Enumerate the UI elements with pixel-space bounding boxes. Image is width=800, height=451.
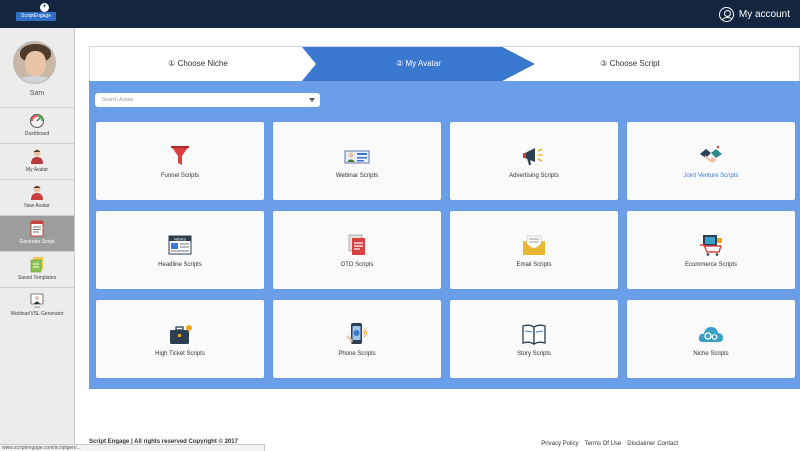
footer-link-contact[interactable]: Contact — [657, 441, 678, 447]
card-label: High Ticket Scripts — [155, 351, 205, 357]
card-label: Headline Scripts — [158, 262, 202, 268]
templates-icon — [29, 256, 45, 273]
footer-link-privacy-policy[interactable]: Privacy Policy — [541, 441, 578, 447]
logo[interactable]: + ScriptEngage — [16, 3, 56, 24]
card-niche-scripts[interactable]: Niche Scripts — [627, 300, 795, 378]
card-ecommerce-scripts[interactable]: Ecommerce Scripts — [627, 211, 795, 289]
envelope-icon — [523, 235, 545, 255]
chevron-down-icon — [309, 98, 315, 102]
card-label: OTO Scripts — [340, 262, 374, 268]
sidebar-item-label: My Avatar — [25, 167, 49, 173]
step-wizard: ① Choose Niche ② My Avatar ③ Choose Scri… — [89, 46, 800, 81]
card-email-scripts[interactable]: Email Scripts — [450, 211, 618, 289]
top-bar: + ScriptEngage My account — [0, 0, 800, 28]
webinar-icon — [344, 150, 370, 164]
card-phone-scripts[interactable]: Phone Scripts — [273, 300, 441, 378]
book-icon — [522, 324, 546, 346]
card-label: Ecommerce Scripts — [684, 262, 737, 268]
card-headline-scripts[interactable]: NEWS Headline Scripts — [96, 211, 264, 289]
script-category-panel: Search Avatar Funnel Scripts Webinar Scr… — [89, 81, 800, 389]
megaphone-icon — [523, 148, 543, 165]
sidebar-item-new-avatar[interactable]: New Avatar — [0, 179, 74, 215]
card-label: Story Scripts — [516, 351, 551, 357]
avatar[interactable] — [13, 41, 56, 84]
card-label: Joint Venture Scripts — [683, 173, 739, 179]
step-choose-script[interactable]: ③ Choose Script — [530, 47, 730, 81]
phone-icon — [346, 323, 367, 344]
sidebar-item-label: Saved Templates — [17, 275, 57, 281]
card-funnel-scripts[interactable]: Funnel Scripts — [96, 122, 264, 200]
card-label: Webinar Scripts — [335, 173, 379, 179]
video-icon — [29, 292, 45, 309]
documents-icon — [348, 234, 365, 255]
browser-status-url: www.scriptengage.com/scriptgen/... — [0, 444, 265, 451]
newspaper-icon: NEWS — [168, 235, 192, 255]
card-label: Niche Scripts — [693, 351, 729, 357]
sidebar-item-generate-script[interactable]: Generate Script — [0, 215, 74, 251]
card-label: Email Scripts — [516, 262, 552, 268]
sidebar-item-my-avatar[interactable]: My Avatar — [0, 143, 74, 179]
card-webinar-scripts[interactable]: Webinar Scripts — [273, 122, 441, 200]
person-icon — [29, 148, 45, 165]
footer-links: Privacy Policy Terms Of Use Disclaimer C… — [541, 441, 678, 447]
card-label: Phone Scripts — [338, 351, 376, 357]
briefcase-icon — [170, 325, 192, 344]
username: Sam — [29, 90, 45, 97]
my-account-button[interactable]: My account — [718, 5, 790, 23]
sidebar-item-label: New Avatar — [24, 203, 50, 209]
logo-mark-icon: + — [40, 3, 49, 12]
step-my-avatar[interactable]: ② My Avatar — [302, 47, 535, 81]
cart-icon — [700, 235, 722, 256]
search-avatar-dropdown[interactable]: Search Avatar — [95, 93, 320, 107]
sidebar-item-label: Webinar/VSL Generator — [10, 311, 64, 317]
card-label: Funnel Scripts — [160, 173, 200, 179]
card-story-scripts[interactable]: Story Scripts — [450, 300, 618, 378]
footer-link-terms-of-use[interactable]: Terms Of Use — [585, 441, 622, 447]
cloud-gears-icon — [698, 327, 723, 342]
card-label: Advertising Scripts — [509, 173, 559, 179]
handshake-icon — [700, 145, 722, 163]
funnel-icon — [171, 146, 189, 165]
sidebar-item-label: Generate Script — [19, 239, 55, 245]
document-icon — [29, 220, 45, 237]
my-account-label: My account — [738, 8, 790, 20]
search-avatar-placeholder: Search Avatar — [102, 97, 134, 103]
sidebar-item-webinar-vsl-generator[interactable]: Webinar/VSL Generator — [0, 287, 74, 323]
footer-link-disclaimer[interactable]: Disclaimer — [627, 441, 655, 447]
sidebar-item-saved-templates[interactable]: Saved Templates — [0, 251, 74, 287]
user-icon — [718, 6, 734, 22]
card-oto-scripts[interactable]: OTO Scripts — [273, 211, 441, 289]
sidebar-item-label: Dashboard — [24, 131, 50, 137]
person-add-icon — [29, 184, 45, 201]
card-high-ticket-scripts[interactable]: High Ticket Scripts — [96, 300, 264, 378]
card-advertising-scripts[interactable]: Advertising Scripts — [450, 122, 618, 200]
card-joint-venture-scripts[interactable]: Joint Venture Scripts — [627, 122, 795, 200]
sidebar-item-dashboard[interactable]: Dashboard — [0, 107, 74, 143]
step-choose-niche[interactable]: ① Choose Niche — [90, 47, 306, 81]
gauge-icon — [29, 112, 45, 129]
logo-text: ScriptEngage — [16, 12, 56, 21]
svg-text:NEWS: NEWS — [174, 236, 186, 241]
sidebar: Sam Dashboard My Avatar New Avatar Gener… — [0, 28, 75, 451]
